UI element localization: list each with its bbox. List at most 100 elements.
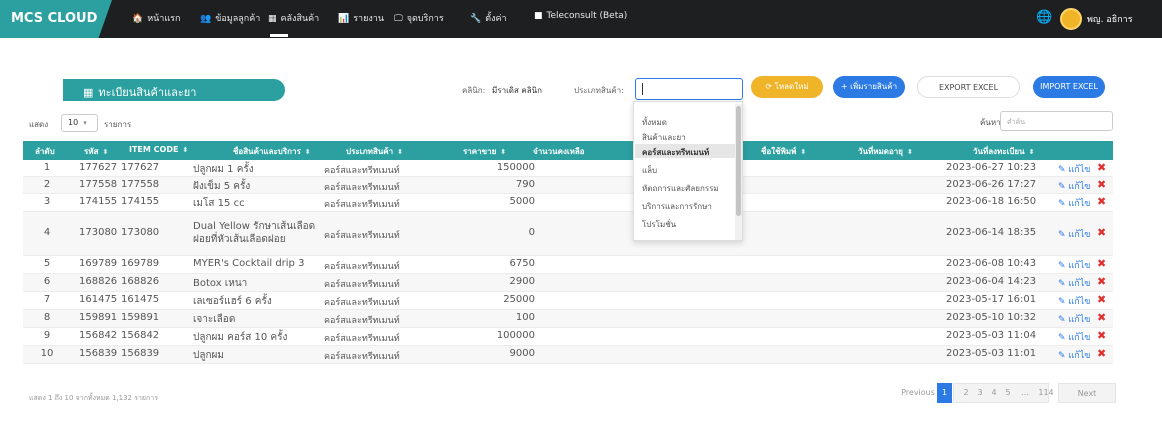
edit-icon: ✎ [1058,279,1066,289]
delete-icon[interactable]: ✖ [1097,275,1106,288]
top-navbar: MCS CLOUD 🏠 หน้าแรก 👥 ข้อมูลลูกค้า ▦ คลังสิ… [0,0,1162,38]
globe-icon[interactable]: 🌐 [1036,10,1052,25]
dropdown-option[interactable]: แล็บ [642,164,657,177]
import-excel-button[interactable]: IMPORT EXCEL [1033,76,1105,98]
monitor-icon: 🖵 [394,14,403,24]
clinic-label: คลินิก: [462,86,486,95]
nav-inventory[interactable]: ▦ คลังสินค้า [268,11,319,25]
pagination-page[interactable]: 114 [1036,383,1056,403]
pagination-page-current[interactable]: 1 [937,383,952,403]
pagination-previous[interactable]: Previous [900,383,936,403]
col-header-code[interactable]: รหัส ⬍ [84,145,108,158]
col-header-name[interactable]: ชื่อสินค้าและบริการ ⬍ [233,145,311,158]
product-name: Dual Yellow รักษาเส้นเลือด ฝอยที่หัวเส้นเ… [193,221,316,245]
brand-name: MCS CLOUD [11,11,98,26]
dropdown-option[interactable]: บริการและการรักษา [642,200,712,213]
nav-active-indicator [270,34,288,37]
table-row[interactable]: 6 168826 168826 Botox เหนา คอร์สและทรีทเ… [23,274,1113,292]
col-header-type[interactable]: ประเภทสินค้า ⬍ [346,145,403,158]
table-row[interactable]: 8 159891 159891 เจาะเลือด คอร์สและทรีทเม… [23,310,1113,328]
chevron-down-icon: ▾ [83,119,87,127]
page-length-select[interactable]: 10 ▾ [61,114,98,132]
edit-link[interactable]: ✎ แก้ไข [1058,162,1090,176]
delete-icon[interactable]: ✖ [1097,293,1106,306]
delete-icon[interactable]: ✖ [1097,347,1106,360]
table-row[interactable]: 2 177558 177558 ฝังเข็ม 5 ครั้ง คอร์สและ… [23,177,1113,194]
delete-icon[interactable]: ✖ [1097,195,1106,208]
edit-link[interactable]: ✎ แก้ไข [1058,258,1090,272]
dropdown-option-selected[interactable]: คอร์สและทรีทเมนท์ [642,146,709,159]
sort-icon: ⬍ [102,148,109,156]
edit-link[interactable]: ✎ แก้ไข [1058,348,1090,362]
edit-link[interactable]: ✎ แก้ไข [1058,196,1090,210]
pagination-next[interactable]: Next [1058,383,1116,403]
edit-link[interactable]: ✎ แก้ไข [1058,179,1090,193]
delete-icon[interactable]: ✖ [1097,311,1106,324]
delete-icon[interactable]: ✖ [1097,161,1106,174]
table-row[interactable]: 1 177627 177627 ปลูกผม 1 ครั้ง คอร์สและท… [23,160,1113,177]
table-info: แสดง 1 ถึง 10 จากทั้งหมด 1,132 รายการ [29,394,158,402]
table-row[interactable]: 9 156842 156842 ปลูกผม คอร์ส 10 ครั้ง คอ… [23,328,1113,346]
rows-label: รายการ [104,120,132,129]
sort-icon: ⬍ [1028,148,1035,156]
dropdown-option[interactable]: ทั้งหมด [642,116,667,129]
nav-reports[interactable]: 📊 รายงาน [338,11,384,25]
dropdown-option[interactable]: สินค้าและยา [642,131,686,144]
edit-link[interactable]: ✎ แก้ไข [1058,312,1090,326]
nav-service-points[interactable]: 🖵 จุดบริการ [394,11,444,25]
table-row[interactable]: 10 156839 156839 ปลูกผม คอร์สและทรีทเมนท… [23,346,1113,364]
dropdown-option[interactable]: โปรโมชั่น [642,218,676,231]
avatar[interactable] [1060,8,1082,30]
sort-icon: ⬍ [800,148,807,156]
sort-icon: ⬍ [397,148,404,156]
scrollbar-thumb[interactable] [736,106,741,216]
sort-icon: ⬍ [304,148,311,156]
edit-link[interactable]: ✎ แก้ไข [1058,227,1090,241]
export-excel-button[interactable]: EXPORT EXCEL [917,76,1020,98]
nav-customers[interactable]: 👥 ข้อมูลลูกค้า [200,11,260,25]
product-type-dropdown[interactable]: ทั้งหมด สินค้าและยา คอร์สและทรีทเมนท์ แล… [633,101,743,241]
edit-link[interactable]: ✎ แก้ไข [1058,276,1090,290]
edit-icon: ✎ [1058,199,1066,209]
user-name[interactable]: พญ. อธิการ [1087,12,1133,26]
add-product-button[interactable]: + เพิ่มรายสินค้า [833,76,905,98]
nav-settings[interactable]: 🔧 ตั้งค่า [470,11,507,25]
search-label: ค้นหา [980,118,1001,127]
col-header-price[interactable]: ราคาขาย ⬍ [463,145,506,158]
pagination-page[interactable]: 2 [960,383,972,403]
table-row[interactable]: 3 174155 174155 เมโส 15 cc คอร์สและทรีทเ… [23,194,1113,212]
pagination-page[interactable]: 3 [974,383,986,403]
col-header-no[interactable]: ลำดับ [35,145,55,158]
search-input[interactable]: คำค้น [1000,111,1113,131]
product-type-select[interactable] [635,78,743,100]
reload-button[interactable]: ⟳ โหลดใหม่ [751,76,823,98]
delete-icon[interactable]: ✖ [1097,178,1106,191]
table-row[interactable]: 5 169789 169789 MYER's Cocktail drip 3 ค… [23,256,1113,274]
grid-icon: ▦ [83,86,94,99]
table-row[interactable]: 4 173080 173080 Dual Yellow รักษาเส้นเลื… [23,212,1113,256]
edit-link[interactable]: ✎ แก้ไข [1058,294,1090,308]
edit-link[interactable]: ✎ แก้ไข [1058,330,1090,344]
sort-icon: ⬍ [182,146,189,154]
brand-logo[interactable]: MCS CLOUD [0,0,112,38]
col-header-item-code[interactable]: ITEM CODE ⬍ [129,145,188,154]
nav-home[interactable]: 🏠 หน้าแรก [132,11,180,25]
delete-icon[interactable]: ✖ [1097,329,1106,342]
delete-icon[interactable]: ✖ [1097,257,1106,270]
col-header-stock[interactable]: จำนวนคงเหลือ [533,145,585,158]
col-header-expiry[interactable]: วันที่หมดอายุ ⬍ [858,145,913,158]
col-header-registered[interactable]: วันที่ลงทะเบียน ⬍ [973,145,1034,158]
nav-teleconsult[interactable]: ■ Teleconsult (Beta) [534,11,627,21]
delete-icon[interactable]: ✖ [1097,226,1106,239]
col-header-print-name[interactable]: ชื่อใช้พิมพ์ ⬍ [761,145,806,158]
table-row[interactable]: 7 161475 161475 เลเซอร์แฮร์ 6 ครั้ง คอร์… [23,292,1113,310]
pagination-page[interactable]: 4 [988,383,1000,403]
edit-icon: ✎ [1058,182,1066,192]
pagination-page[interactable]: 5 [1002,383,1014,403]
dropdown-option[interactable]: หัตถการและศัลยกรรม [642,182,719,195]
wrench-icon: 🔧 [470,14,482,24]
edit-icon: ✎ [1058,297,1066,307]
plus-icon: + [840,82,851,91]
refresh-icon: ⟳ [765,82,775,91]
video-icon: ■ [534,11,543,21]
